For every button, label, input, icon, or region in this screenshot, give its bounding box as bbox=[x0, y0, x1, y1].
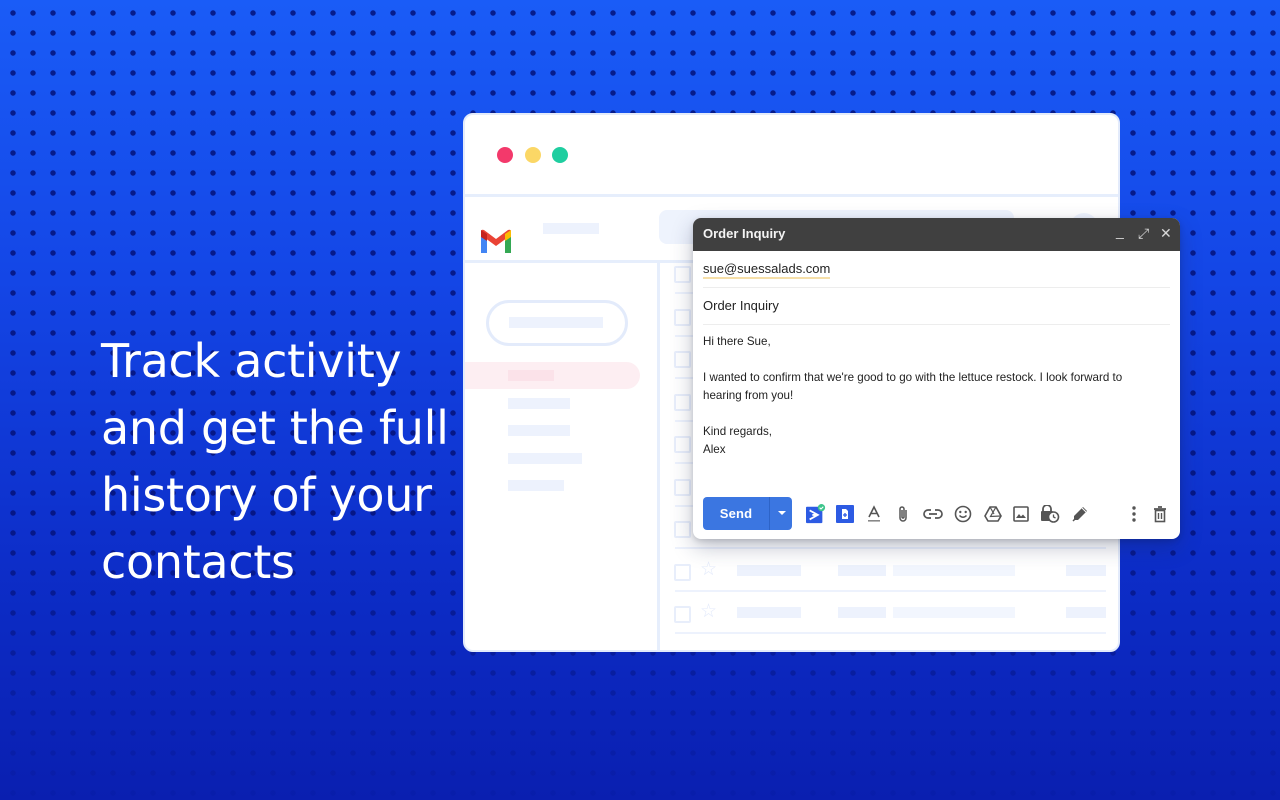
photo-icon[interactable] bbox=[1011, 504, 1031, 524]
drive-icon[interactable] bbox=[983, 504, 1003, 524]
message-body[interactable]: Hi there Sue, I wanted to confirm that w… bbox=[703, 333, 1150, 459]
headline: Track activity and get the full history … bbox=[101, 328, 461, 596]
row-checkbox[interactable] bbox=[674, 266, 691, 283]
subject-field[interactable]: Order Inquiry bbox=[703, 288, 1170, 325]
minimize-icon[interactable]: _ bbox=[1116, 223, 1124, 239]
row-checkbox[interactable] bbox=[674, 478, 691, 496]
headline-line: and get the full bbox=[101, 401, 449, 455]
confidential-mode-icon[interactable] bbox=[1040, 504, 1060, 524]
row-divider bbox=[675, 632, 1106, 634]
window-maximize-dot[interactable] bbox=[552, 147, 568, 163]
delete-icon[interactable] bbox=[1150, 504, 1170, 524]
message-row-placeholder[interactable]: ☆ bbox=[660, 592, 1118, 634]
send-label: Send bbox=[719, 506, 753, 521]
body-paragraph: I wanted to confirm that we're good to g… bbox=[703, 371, 1123, 402]
close-icon[interactable]: ✕ bbox=[1160, 225, 1172, 241]
more-options-icon[interactable] bbox=[1124, 504, 1144, 524]
body-closing: Kind regards, bbox=[703, 425, 772, 438]
row-checkbox[interactable] bbox=[674, 606, 691, 623]
template-extension-icon[interactable] bbox=[835, 504, 855, 524]
message-row-placeholder[interactable]: ☆ bbox=[660, 550, 1118, 592]
date-placeholder bbox=[1066, 607, 1106, 618]
expand-icon[interactable]: ⤢ bbox=[1138, 225, 1149, 241]
title-placeholder bbox=[543, 223, 599, 234]
row-checkbox[interactable] bbox=[674, 351, 691, 368]
subject-placeholder bbox=[838, 607, 886, 618]
window-minimize-dot[interactable] bbox=[525, 147, 541, 163]
sidebar-item-active[interactable] bbox=[465, 362, 640, 389]
headline-line: history of your bbox=[101, 468, 432, 522]
body-signature: Alex bbox=[703, 443, 726, 456]
sidebar-item[interactable] bbox=[508, 480, 564, 491]
row-checkbox[interactable] bbox=[674, 308, 691, 326]
to-field[interactable]: sue@suessalads.com bbox=[703, 251, 1170, 288]
sidebar-item[interactable] bbox=[508, 425, 570, 436]
compose-header: Order Inquiry _ ⤢ ✕ bbox=[693, 218, 1180, 251]
snippet-placeholder bbox=[893, 564, 1015, 576]
signature-icon[interactable] bbox=[1070, 504, 1090, 524]
send-button[interactable]: Send bbox=[703, 497, 792, 530]
date-placeholder bbox=[1066, 564, 1106, 576]
compose-toolbar: Send bbox=[703, 497, 1170, 530]
compose-button-placeholder[interactable] bbox=[486, 300, 628, 346]
star-icon[interactable]: ☆ bbox=[700, 602, 717, 622]
send-options-dropdown[interactable] bbox=[769, 497, 793, 530]
attach-icon[interactable] bbox=[893, 504, 913, 524]
tracking-extension-icon[interactable] bbox=[806, 504, 826, 524]
star-icon[interactable]: ☆ bbox=[700, 559, 717, 580]
window-close-dot[interactable] bbox=[497, 147, 513, 163]
headline-line: contacts bbox=[101, 535, 295, 589]
link-icon[interactable] bbox=[923, 504, 943, 524]
body-greeting: Hi there Sue, bbox=[703, 335, 771, 348]
gmail-logo-icon bbox=[481, 229, 511, 253]
window-titlebar bbox=[465, 115, 1118, 197]
sidebar bbox=[465, 263, 660, 650]
sidebar-item[interactable] bbox=[508, 398, 570, 409]
text-format-icon[interactable] bbox=[864, 504, 884, 524]
compose-window: Order Inquiry _ ⤢ ✕ sue@suessalads.com O… bbox=[693, 218, 1180, 539]
row-checkbox[interactable] bbox=[674, 393, 691, 411]
subject-placeholder bbox=[838, 564, 886, 576]
emoji-icon[interactable] bbox=[953, 504, 973, 524]
subject-text: Order Inquiry bbox=[703, 298, 779, 313]
snippet-placeholder bbox=[893, 607, 1015, 618]
recipient-chip[interactable]: sue@suessalads.com bbox=[703, 261, 831, 279]
sender-placeholder bbox=[737, 564, 801, 576]
row-checkbox[interactable] bbox=[674, 521, 691, 538]
row-checkbox[interactable] bbox=[674, 436, 691, 453]
row-checkbox[interactable] bbox=[674, 563, 691, 581]
sender-placeholder bbox=[737, 607, 801, 618]
headline-line: Track activity bbox=[101, 334, 402, 388]
sidebar-item[interactable] bbox=[508, 453, 582, 464]
compose-title: Order Inquiry bbox=[703, 226, 786, 241]
